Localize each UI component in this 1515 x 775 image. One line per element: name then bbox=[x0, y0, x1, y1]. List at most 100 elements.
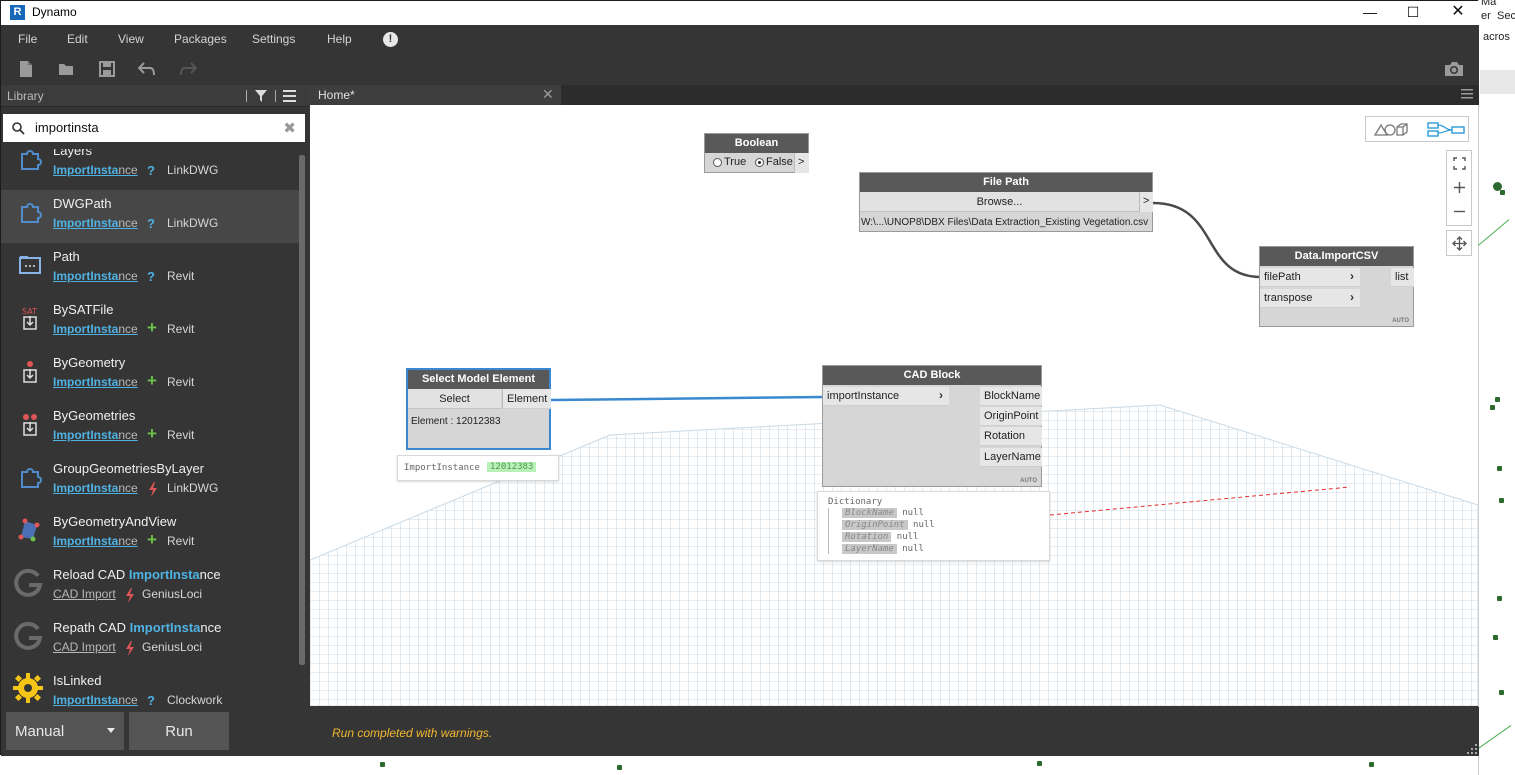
clear-search-icon[interactable]: ✖ bbox=[283, 119, 296, 137]
run-status-message: Run completed with warnings. bbox=[332, 726, 493, 740]
node-title: Boolean bbox=[705, 134, 808, 153]
run-button[interactable]: Run bbox=[129, 712, 229, 750]
radio-true[interactable] bbox=[713, 158, 722, 167]
node-select-model-element[interactable]: Select Model Element Select Element Elem… bbox=[406, 368, 551, 450]
sat-icon: SAT bbox=[22, 307, 37, 330]
library-item-package: GeniusLoci bbox=[142, 640, 203, 654]
input-port-importinstance[interactable]: importInstance › bbox=[823, 387, 949, 406]
node-preview-bubble[interactable]: ImportInstance 12012383 bbox=[397, 455, 559, 481]
library-scrollbar[interactable] bbox=[299, 155, 305, 665]
library-search-box[interactable]: importinsta ✖ bbox=[3, 114, 305, 142]
library-item[interactable]: Reload CAD ImportInstance CAD Import Gen… bbox=[1, 561, 299, 614]
browse-button[interactable]: Browse... bbox=[860, 192, 1139, 212]
notification-icon[interactable]: ! bbox=[383, 32, 398, 47]
node-preview-bubble[interactable]: Dictionary BlockName null OriginPoint nu… bbox=[817, 491, 1050, 561]
file-path-value: W:\...\UNOP8\DBX Files\Data Extraction_E… bbox=[861, 217, 1149, 228]
menu-packages[interactable]: Packages bbox=[174, 32, 227, 46]
run-mode-dropdown[interactable]: Manual bbox=[6, 712, 124, 750]
background-dot bbox=[1497, 596, 1502, 601]
library-item[interactable]: Path ImportInstance ? Revit bbox=[1, 243, 299, 296]
lacing-indicator: AUTO bbox=[1392, 318, 1409, 324]
library-item[interactable]: ByGeometryAndView ImportInstance + Revit bbox=[1, 508, 299, 561]
undo-icon[interactable] bbox=[138, 60, 156, 78]
output-port[interactable]: > bbox=[794, 153, 809, 173]
input-port-filepath[interactable]: filePath › bbox=[1260, 268, 1360, 287]
tab-home[interactable]: Home* ✕ bbox=[308, 85, 561, 105]
geometry-icon bbox=[23, 361, 37, 383]
library-item-name: Repath CAD ImportInstance bbox=[53, 620, 222, 635]
output-port-list[interactable]: list bbox=[1391, 268, 1414, 287]
create-icon: + bbox=[147, 318, 157, 337]
node-boolean[interactable]: Boolean True False > bbox=[704, 133, 809, 173]
background-text: er bbox=[1481, 10, 1491, 22]
library-header: Library bbox=[1, 85, 308, 107]
maximize-button[interactable]: ☐ bbox=[1390, 1, 1436, 25]
radio-true-label: True bbox=[724, 156, 747, 168]
save-icon[interactable] bbox=[98, 60, 116, 78]
create-icon: + bbox=[147, 530, 157, 549]
workspace-canvas[interactable]: Boolean True False > File Path Browse...… bbox=[310, 105, 1478, 706]
menu-file[interactable]: File bbox=[18, 32, 37, 46]
redo-icon[interactable] bbox=[179, 60, 197, 78]
library-item[interactable]: IsLinked ImportInstance ? Clockwork bbox=[1, 667, 299, 707]
menu-edit[interactable]: Edit bbox=[67, 32, 88, 46]
output-port-layername[interactable]: LayerName bbox=[980, 448, 1042, 467]
pan-icon bbox=[1452, 236, 1467, 251]
library-item[interactable]: ByGeometries ImportInstance + Revit bbox=[1, 402, 299, 455]
close-tab-icon[interactable]: ✕ bbox=[542, 86, 554, 103]
library-panel: Library importinsta ✖ Layers ImportInsta… bbox=[1, 85, 308, 707]
resize-grip-icon[interactable] bbox=[1467, 744, 1477, 754]
menu-settings[interactable]: Settings bbox=[252, 32, 295, 46]
zoom-out-icon[interactable] bbox=[1453, 205, 1466, 218]
node-file-path[interactable]: File Path Browse... > W:\...\UNOP8\DBX F… bbox=[859, 172, 1153, 232]
geometry-view-toggle-icon[interactable] bbox=[1373, 122, 1409, 137]
select-button[interactable]: Select bbox=[408, 389, 501, 409]
list-view-icon[interactable] bbox=[283, 90, 296, 102]
camera-icon[interactable] bbox=[1443, 60, 1465, 78]
query-icon: ? bbox=[147, 693, 155, 707]
background-dot bbox=[1490, 405, 1495, 410]
background-dot bbox=[1495, 397, 1500, 402]
node-title: CAD Block bbox=[823, 366, 1041, 385]
pan-control[interactable] bbox=[1446, 230, 1472, 256]
minimize-button[interactable]: — bbox=[1347, 1, 1393, 25]
input-port-transpose[interactable]: transpose › bbox=[1260, 289, 1360, 308]
library-item[interactable]: Repath CAD ImportInstance CAD Import Gen… bbox=[1, 614, 299, 667]
hamburger-menu-icon[interactable] bbox=[1461, 88, 1473, 100]
library-item[interactable]: Layers ImportInstance ? LinkDWG bbox=[1, 149, 299, 190]
action-icon bbox=[126, 641, 134, 656]
output-port-rotation[interactable]: Rotation bbox=[980, 427, 1042, 446]
output-port-blockname[interactable]: BlockName bbox=[980, 387, 1042, 406]
library-item-category: CAD Import bbox=[53, 640, 116, 654]
zoom-in-icon[interactable] bbox=[1453, 181, 1466, 194]
preview-row: BlockName null bbox=[842, 508, 924, 518]
fit-view-icon[interactable] bbox=[1453, 157, 1466, 170]
library-item-category: CAD Import bbox=[53, 587, 116, 601]
menu-view[interactable]: View bbox=[118, 32, 144, 46]
node-cad-block[interactable]: CAD Block importInstance › BlockName Ori… bbox=[822, 365, 1042, 487]
filter-icon[interactable] bbox=[255, 90, 267, 102]
revit-logo-icon: R bbox=[10, 5, 25, 20]
library-item-package: Revit bbox=[167, 534, 195, 548]
output-port[interactable]: > bbox=[1139, 192, 1153, 212]
output-port-originpoint[interactable]: OriginPoint bbox=[980, 407, 1042, 426]
divider bbox=[246, 90, 247, 102]
new-file-icon[interactable] bbox=[17, 60, 35, 78]
output-port-element[interactable]: Element bbox=[502, 389, 551, 409]
library-item[interactable]: DWGPath ImportInstance ? LinkDWG bbox=[1, 190, 299, 243]
graph-view-toggle-icon[interactable] bbox=[1427, 122, 1465, 137]
toolbar bbox=[1, 53, 1479, 85]
puzzle-icon bbox=[21, 150, 42, 170]
search-input[interactable]: importinsta bbox=[35, 120, 99, 135]
node-data-importcsv[interactable]: Data.ImportCSV filePath › transpose › li… bbox=[1259, 246, 1414, 327]
tab-label: Home* bbox=[318, 88, 355, 102]
close-button[interactable]: ✕ bbox=[1435, 1, 1481, 25]
menu-help[interactable]: Help bbox=[327, 32, 352, 46]
library-item[interactable]: SAT BySATFile ImportInstance + Revit bbox=[1, 296, 299, 349]
library-item[interactable]: ByGeometry ImportInstance + Revit bbox=[1, 349, 299, 402]
open-file-icon[interactable] bbox=[57, 60, 75, 78]
run-button-label: Run bbox=[165, 723, 193, 740]
library-item-category: ImportInstance bbox=[53, 322, 138, 336]
radio-false[interactable] bbox=[755, 158, 764, 167]
library-item[interactable]: GroupGeometriesByLayer ImportInstance Li… bbox=[1, 455, 299, 508]
